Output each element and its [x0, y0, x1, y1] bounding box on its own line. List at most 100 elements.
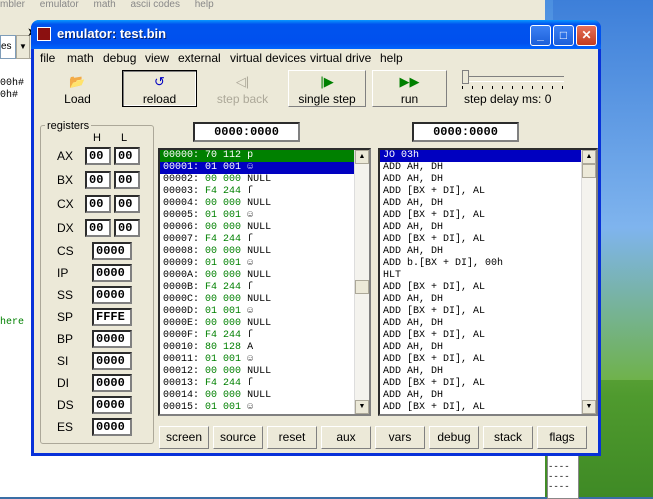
disassembly-row[interactable]: JO 03h [380, 150, 596, 162]
register-field[interactable]: 0000 [92, 352, 132, 370]
load-button[interactable]: 📂 Load [40, 70, 115, 107]
step-delay-slider-thumb[interactable] [462, 70, 469, 84]
source-button[interactable]: source [213, 426, 263, 449]
memory-row[interactable]: 00011: 01 001 ☺ [160, 354, 369, 366]
memory-row[interactable]: 0000F: F4 244 ſ [160, 330, 369, 342]
debug-button[interactable]: debug [429, 426, 479, 449]
menu-view[interactable]: view [145, 51, 169, 65]
title-bar[interactable]: emulator: test.bin _ □ ✕ [31, 20, 601, 49]
memory-row[interactable]: 00013: F4 244 ſ [160, 378, 369, 390]
disassembly-row[interactable]: ADD [BX + DI], AL [380, 378, 596, 390]
menu-math[interactable]: math [67, 51, 94, 65]
disassembly-row[interactable]: ADD AH, DH [380, 366, 596, 378]
disassembly-row[interactable]: ADD AH, DH [380, 162, 596, 174]
reset-button[interactable]: reset [267, 426, 317, 449]
register-high-field[interactable]: 00 [85, 171, 111, 189]
memory-row[interactable]: 00012: 00 000 NULL [160, 366, 369, 378]
flags-button[interactable]: flags [537, 426, 587, 449]
menu-debug[interactable]: debug [103, 51, 136, 65]
memory-row[interactable]: 00000: 70 112 p [160, 150, 369, 162]
emulator-window[interactable]: emulator: test.bin _ □ ✕ file math debug… [31, 20, 601, 456]
bg-menu-item[interactable]: emulator [40, 0, 79, 10]
register-high-field[interactable]: 00 [85, 219, 111, 237]
scroll-thumb[interactable] [355, 280, 369, 294]
memory-list[interactable]: 00000: 70 112 p 00001: 01 001 ☺ 00002: 00 … [158, 148, 371, 416]
bg-list[interactable]: ---- ---- ---- [547, 455, 579, 499]
register-field[interactable]: 0000 [92, 242, 132, 260]
disassembly-row[interactable]: ADD [BX + DI], AL [380, 402, 596, 414]
disassembly-list[interactable]: JO 03h ADD AH, DH ADD AH, DH ADD [BX + DI],… [378, 148, 598, 416]
scroll-up-icon[interactable]: ▲ [582, 150, 596, 164]
step-back-button[interactable]: ◁| step back [205, 70, 280, 107]
menu-virtual-devices[interactable]: virtual devices [230, 51, 306, 65]
memory-row[interactable]: 00010: 80 128 A [160, 342, 369, 354]
bg-toolbar-button[interactable]: es [0, 35, 16, 59]
disassembly-row[interactable]: ADD AH, DH [380, 390, 596, 402]
disassembly-row[interactable]: ADD AH, DH [380, 198, 596, 210]
screen-button[interactable]: screen [159, 426, 209, 449]
memory-row[interactable]: 00001: 01 001 ☺ [160, 162, 369, 174]
menu-file[interactable]: file [40, 51, 55, 65]
memory-row[interactable]: 00014: 00 000 NULL [160, 390, 369, 402]
memory-row[interactable]: 00009: 01 001 ☺ [160, 258, 369, 270]
memory-row[interactable]: 00007: F4 244 ſ [160, 234, 369, 246]
scroll-up-icon[interactable]: ▲ [355, 150, 369, 164]
scroll-down-icon[interactable]: ▼ [355, 400, 369, 414]
stack-button[interactable]: stack [483, 426, 533, 449]
disassembly-row[interactable]: ADD [BX + DI], AL [380, 354, 596, 366]
disassembly-row[interactable]: ADD AH, DH [380, 318, 596, 330]
disassembly-row[interactable]: ADD [BX + DI], AL [380, 330, 596, 342]
memory-row[interactable]: 00002: 00 000 NULL [160, 174, 369, 186]
disassembly-row[interactable]: ADD AH, DH [380, 342, 596, 354]
disassembly-row[interactable]: ADD AH, DH [380, 246, 596, 258]
memory-row[interactable]: 00015: 01 001 ☺ [160, 402, 369, 414]
disassembly-row[interactable]: ADD [BX + DI], AL [380, 234, 596, 246]
register-field[interactable]: 0000 [92, 374, 132, 392]
register-field[interactable]: 0000 [92, 264, 132, 282]
disassembly-row[interactable]: ADD [BX + DI], AL [380, 186, 596, 198]
close-button[interactable]: ✕ [576, 25, 597, 46]
register-field[interactable]: 0000 [92, 396, 132, 414]
memory-address-field[interactable]: 0000:0000 [193, 122, 300, 142]
vars-button[interactable]: vars [375, 426, 425, 449]
memory-row[interactable]: 00005: 01 001 ☺ [160, 210, 369, 222]
reload-button[interactable]: ↺ reload [122, 70, 197, 107]
register-high-field[interactable]: 00 [85, 195, 111, 213]
register-field[interactable]: 0000 [92, 418, 132, 436]
scroll-down-icon[interactable]: ▼ [582, 400, 596, 414]
memory-row[interactable]: 0000E: 00 000 NULL [160, 318, 369, 330]
memory-row[interactable]: 0000D: 01 001 ☺ [160, 306, 369, 318]
bg-menu-item[interactable]: mbler [0, 0, 25, 10]
memory-row[interactable]: 00008: 00 000 NULL [160, 246, 369, 258]
disassembly-row[interactable]: ADD [BX + DI], AL [380, 282, 596, 294]
disassembly-row[interactable]: ADD AH, DH [380, 222, 596, 234]
disassembly-address-field[interactable]: 0000:0000 [412, 122, 519, 142]
register-low-field[interactable]: 00 [114, 219, 140, 237]
memory-row[interactable]: 00003: F4 244 ſ [160, 186, 369, 198]
disassembly-row[interactable]: ADD AH, DH [380, 294, 596, 306]
menu-virtual-drive[interactable]: virtual drive [310, 51, 371, 65]
scroll-thumb[interactable] [582, 164, 596, 178]
menu-external[interactable]: external [178, 51, 221, 65]
memory-scrollbar[interactable]: ▲ ▼ [354, 150, 369, 414]
register-field[interactable]: 0000 [92, 286, 132, 304]
memory-row[interactable]: 0000B: F4 244 ſ [160, 282, 369, 294]
register-low-field[interactable]: 00 [114, 147, 140, 165]
minimize-button[interactable]: _ [530, 25, 551, 46]
single-step-button[interactable]: |▶ single step [288, 70, 366, 107]
run-button[interactable]: ▶▶ run [372, 70, 447, 107]
disassembly-row[interactable]: ADD AH, DH [380, 174, 596, 186]
register-field[interactable]: FFFE [92, 308, 132, 326]
disassembly-row[interactable]: ADD [BX + DI], AL [380, 306, 596, 318]
register-low-field[interactable]: 00 [114, 171, 140, 189]
maximize-button[interactable]: □ [553, 25, 574, 46]
register-low-field[interactable]: 00 [114, 195, 140, 213]
disassembly-row[interactable]: ADD b.[BX + DI], 00h [380, 258, 596, 270]
memory-row[interactable]: 00006: 00 000 NULL [160, 222, 369, 234]
memory-row[interactable]: 00004: 00 000 NULL [160, 198, 369, 210]
disassembly-row[interactable]: ADD [BX + DI], AL [380, 210, 596, 222]
disassembly-row[interactable]: ... [380, 414, 596, 416]
menu-help[interactable]: help [380, 51, 403, 65]
disassembly-scrollbar[interactable]: ▲ ▼ [581, 150, 596, 414]
bg-menu-item[interactable]: math [93, 0, 115, 10]
